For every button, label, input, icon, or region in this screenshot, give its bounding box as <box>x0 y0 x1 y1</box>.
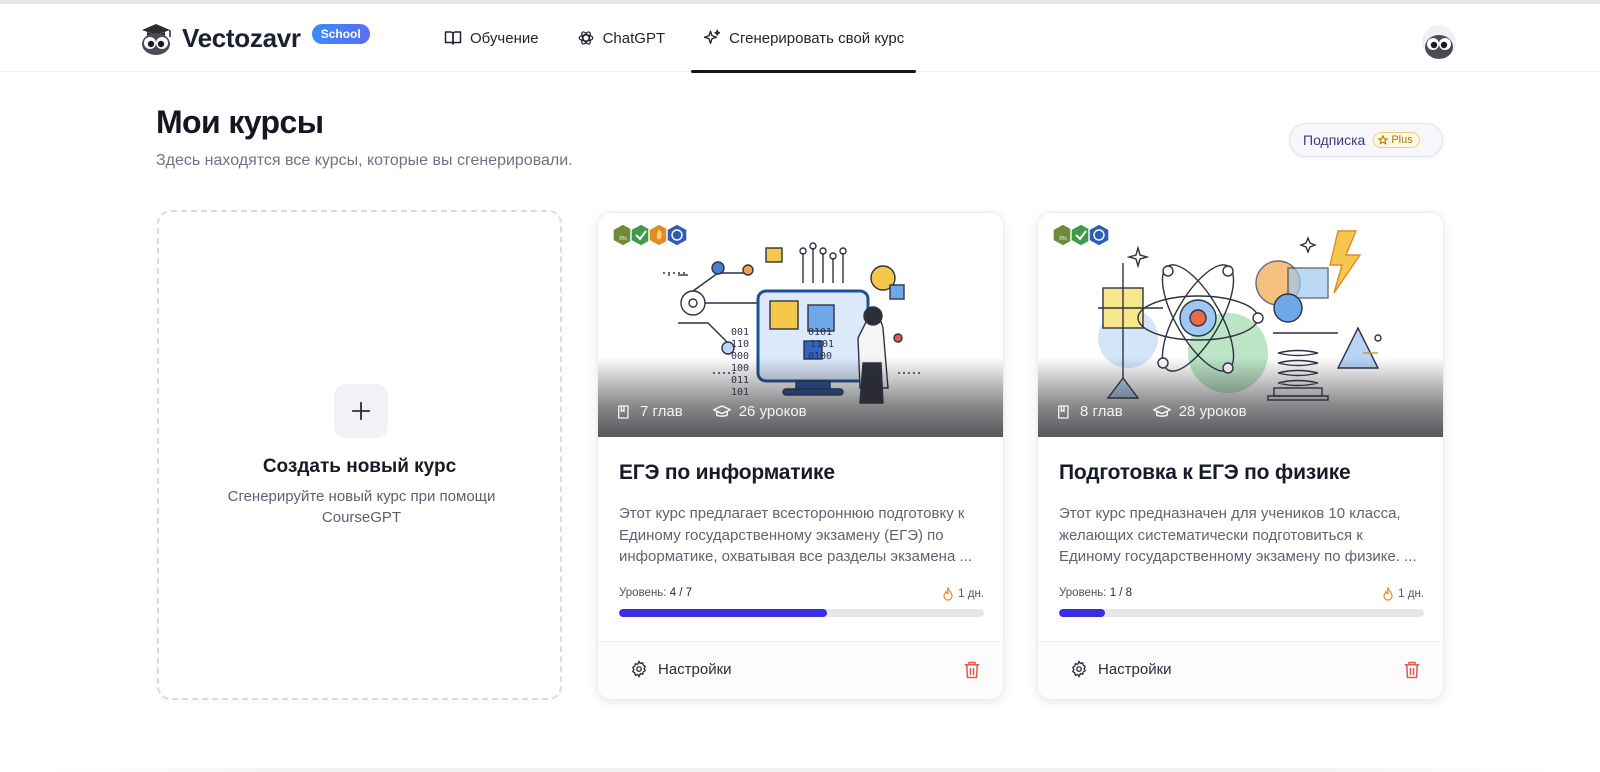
course-stats: 8 глав 28 уроков <box>1056 403 1277 420</box>
nav-generate-label: Сгенерировать свой курс <box>729 29 905 47</box>
course-cover-image: 001110000100011101 010111010100 0% 7 гла… <box>598 213 1003 437</box>
sparkles-icon <box>703 29 721 44</box>
flame-icon <box>943 587 953 601</box>
course-card[interactable]: 001110000100011101 010111010100 0% 7 гла… <box>597 212 1004 700</box>
level-progress-bar <box>1059 609 1424 617</box>
nav-generate-course[interactable]: Сгенерировать свой курс <box>691 4 917 73</box>
graduation-cap-icon <box>712 404 731 417</box>
lessons-count: 28 уроков <box>1152 403 1247 420</box>
lessons-label: 28 уроков <box>1178 403 1247 420</box>
svg-text:0101: 0101 <box>808 327 832 338</box>
book-icon <box>618 404 629 419</box>
streak-label: 1 дн. <box>1398 588 1424 600</box>
page-subtitle: Здесь находятся все курсы, которые вы сг… <box>156 152 573 169</box>
subscription-label: Подписка <box>1303 132 1366 148</box>
graduation-cap-icon <box>1152 404 1171 417</box>
lessons-count: 26 уроков <box>712 403 807 420</box>
nav-chatgpt[interactable]: ChatGPT <box>565 4 678 72</box>
svg-text:001: 001 <box>731 327 749 338</box>
flame-icon <box>1383 587 1393 601</box>
user-avatar[interactable] <box>1422 25 1456 59</box>
card-footer: Настройки <box>598 641 1003 699</box>
main-nav: Обучение ChatGPT Сгенерировать свой курс <box>432 4 930 73</box>
cover-shade <box>598 357 1003 437</box>
add-course-button[interactable] <box>334 384 388 438</box>
trash-icon <box>1404 661 1420 679</box>
level-label: Уровень: <box>619 587 667 599</box>
level-progress-bar <box>619 609 984 617</box>
course-description: Этот курс предназначен для учеников 10 к… <box>1059 505 1417 565</box>
level-row: Уровень: 1 / 8 1 дн. <box>1059 587 1424 601</box>
level-text: Уровень: 1 / 8 <box>1059 587 1132 601</box>
streak: 1 дн. <box>942 587 984 601</box>
chapters-count: 7 глав <box>616 403 683 420</box>
level-text: Уровень: 4 / 7 <box>619 587 692 601</box>
level-progress-fill <box>1059 609 1105 617</box>
svg-text:0%: 0% <box>619 236 627 242</box>
footer-divider <box>50 768 1550 772</box>
subscription-button[interactable]: Подписка Plus <box>1289 123 1443 157</box>
delete-button[interactable] <box>1403 660 1421 685</box>
chapters-count: 8 глав <box>1056 403 1123 420</box>
chapters-label: 8 глав <box>1080 403 1123 420</box>
logo-text: Vectozavr <box>182 22 301 53</box>
level-value: 1 / 8 <box>1109 587 1133 599</box>
avatar-owl-icon <box>1425 35 1453 59</box>
course-title[interactable]: Подготовка к ЕГЭ по физике <box>1059 461 1351 485</box>
star-icon <box>1378 135 1389 145</box>
nav-learning-label: Обучение <box>470 29 539 47</box>
course-title[interactable]: ЕГЭ по информатике <box>619 461 835 485</box>
plan-label: Plus <box>1391 134 1413 146</box>
plus-icon <box>351 401 371 421</box>
owl-logo-icon <box>142 24 171 55</box>
course-description: Этот курс предлагает всестороннюю подгот… <box>619 505 972 565</box>
streak-label: 1 дн. <box>958 588 984 600</box>
settings-label: Настройки <box>658 660 732 678</box>
openai-icon <box>578 31 593 45</box>
delete-button[interactable] <box>963 660 981 685</box>
page-title: Мои курсы <box>156 104 324 140</box>
level-row: Уровень: 4 / 7 1 дн. <box>619 587 984 601</box>
create-course-description: Сгенерируйте новый курс при помощи Cours… <box>227 488 496 526</box>
course-cover-image: 0% 8 глав 28 уроков <box>1038 213 1443 437</box>
svg-text:0%: 0% <box>1059 236 1067 242</box>
logo[interactable]: Vectozavr School <box>138 20 370 56</box>
book-icon <box>444 31 462 45</box>
lessons-label: 26 уроков <box>738 403 807 420</box>
create-course-title: Создать новый курс <box>262 456 457 477</box>
gear-icon <box>1071 660 1087 678</box>
settings-button[interactable]: Настройки <box>1070 660 1172 678</box>
settings-label: Настройки <box>1098 660 1172 678</box>
top-header: Vectozavr School Обучение ChatGPT Сгенер… <box>0 4 1600 73</box>
level-value: 4 / 7 <box>669 587 693 599</box>
plan-badge: Plus <box>1373 132 1420 148</box>
course-stats: 7 глав 26 уроков <box>616 403 837 420</box>
course-card[interactable]: 0% 8 глав 28 уроков Подготовка к ЕГЭ по … <box>1037 212 1444 700</box>
level-progress-fill <box>619 609 828 617</box>
gear-icon <box>631 660 647 678</box>
book-icon <box>1058 404 1069 419</box>
settings-button[interactable]: Настройки <box>630 660 732 678</box>
shield-badge-icon <box>1088 223 1110 247</box>
card-footer: Настройки <box>1038 641 1443 699</box>
svg-text:1101: 1101 <box>810 339 834 350</box>
achievement-badges: 0% <box>1046 216 1116 254</box>
nav-learning[interactable]: Обучение <box>432 4 551 72</box>
achievement-badges: 0% <box>606 216 694 254</box>
school-badge: School <box>311 24 370 44</box>
svg-text:110: 110 <box>731 339 749 350</box>
create-course-card[interactable]: Создать новый курс Сгенерируйте новый ку… <box>157 210 562 700</box>
level-label: Уровень: <box>1059 587 1107 599</box>
streak: 1 дн. <box>1382 587 1424 601</box>
nav-chatgpt-label: ChatGPT <box>602 29 666 47</box>
trash-icon <box>964 661 980 679</box>
cover-shade <box>1038 357 1443 437</box>
shield-badge-icon <box>666 223 688 247</box>
chapters-label: 7 глав <box>640 403 683 420</box>
